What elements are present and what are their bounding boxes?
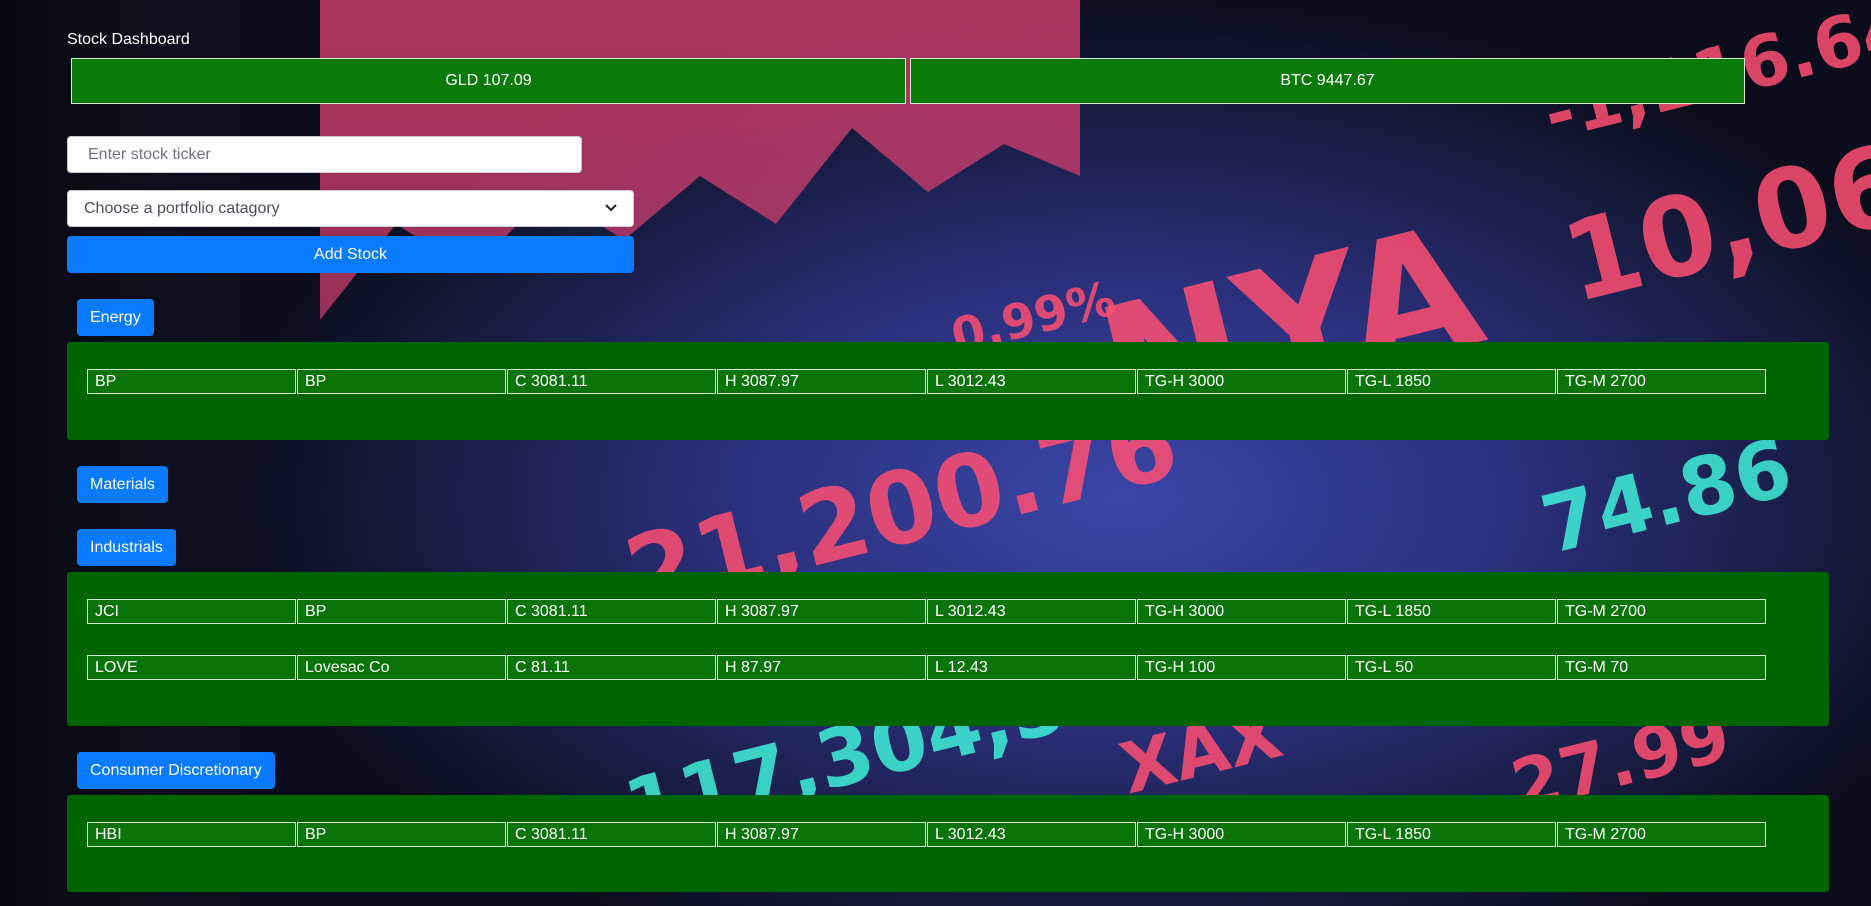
add-stock-button[interactable]: Add Stock	[67, 236, 634, 273]
stock-row: JCI BP C 3081.11 H 3087.97 L 3012.43 TG-…	[87, 599, 1767, 624]
stock-target-low: TG-L 50	[1347, 655, 1556, 680]
stock-target-high: TG-H 3000	[1137, 369, 1346, 394]
stock-ticker-input[interactable]	[67, 136, 582, 173]
stock-close: C 3081.11	[507, 822, 716, 847]
category-button-energy[interactable]: Energy	[77, 299, 154, 336]
stock-name: BP	[297, 822, 506, 847]
stock-high: H 3087.97	[717, 369, 926, 394]
portfolio-category-select-value: Choose a portfolio catagory	[84, 199, 280, 217]
stock-target-high: TG-H 100	[1137, 655, 1346, 680]
stock-target-low: TG-L 1850	[1347, 599, 1556, 624]
ticker-card-gld: GLD 107.09	[71, 58, 906, 104]
stock-target-high: TG-H 3000	[1137, 822, 1346, 847]
category-button-materials[interactable]: Materials	[77, 466, 168, 503]
stock-target-mid: TG-M 2700	[1557, 369, 1766, 394]
stock-high: H 3087.97	[717, 822, 926, 847]
stock-ticker: JCI	[87, 599, 296, 624]
stock-high: H 87.97	[717, 655, 926, 680]
stock-ticker: BP	[87, 369, 296, 394]
stock-low: L 3012.43	[927, 822, 1136, 847]
stock-target-low: TG-L 1850	[1347, 822, 1556, 847]
category-button-consumer-discretionary[interactable]: Consumer Discretionary	[77, 752, 275, 789]
category-button-industrials[interactable]: Industrials	[77, 529, 176, 566]
stock-low: L 12.43	[927, 655, 1136, 680]
stock-name: BP	[297, 369, 506, 394]
page-title: Stock Dashboard	[67, 31, 190, 48]
stock-close: C 81.11	[507, 655, 716, 680]
category-panel-industrials: JCI BP C 3081.11 H 3087.97 L 3012.43 TG-…	[67, 572, 1829, 726]
stock-row: LOVE Lovesac Co C 81.11 H 87.97 L 12.43 …	[87, 655, 1767, 680]
stock-close: C 3081.11	[507, 369, 716, 394]
stock-row: BP BP C 3081.11 H 3087.97 L 3012.43 TG-H…	[87, 369, 1767, 394]
stock-target-high: TG-H 3000	[1137, 599, 1346, 624]
category-panel-energy: BP BP C 3081.11 H 3087.97 L 3012.43 TG-H…	[67, 342, 1829, 440]
stock-row: HBI BP C 3081.11 H 3087.97 L 3012.43 TG-…	[87, 822, 1767, 847]
stock-target-mid: TG-M 70	[1557, 655, 1766, 680]
stock-ticker: LOVE	[87, 655, 296, 680]
stock-high: H 3087.97	[717, 599, 926, 624]
stock-low: L 3012.43	[927, 369, 1136, 394]
portfolio-category-select[interactable]: Choose a portfolio catagory	[67, 190, 634, 227]
stock-name: Lovesac Co	[297, 655, 506, 680]
stock-target-mid: TG-M 2700	[1557, 822, 1766, 847]
stock-name: BP	[297, 599, 506, 624]
stock-target-low: TG-L 1850	[1347, 369, 1556, 394]
stock-low: L 3012.43	[927, 599, 1136, 624]
category-panel-consumer-discretionary: HBI BP C 3081.11 H 3087.97 L 3012.43 TG-…	[67, 795, 1829, 892]
stock-target-mid: TG-M 2700	[1557, 599, 1766, 624]
stock-ticker: HBI	[87, 822, 296, 847]
stock-close: C 3081.11	[507, 599, 716, 624]
ticker-card-btc: BTC 9447.67	[910, 58, 1745, 104]
chevron-down-icon	[605, 203, 617, 215]
